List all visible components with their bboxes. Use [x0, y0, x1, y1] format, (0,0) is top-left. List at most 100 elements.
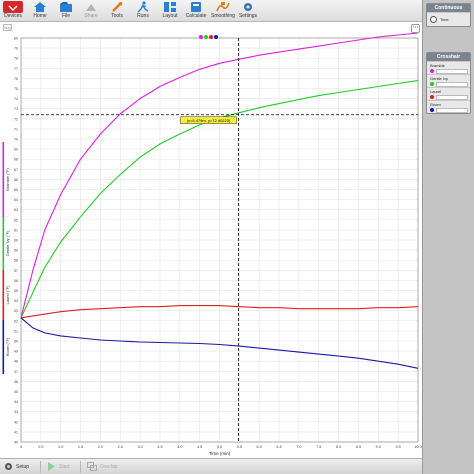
x-tick-label: 5.5	[237, 445, 242, 449]
y-tick-label: 57	[14, 269, 18, 273]
y-tick-label: 52	[14, 319, 18, 323]
y-axis-series-bar	[2, 217, 5, 270]
runs-button[interactable]: Runs	[130, 1, 156, 21]
crosshair-readout: (x=5.479m, y=72.40223)	[187, 118, 231, 123]
crosshair-row-laurel[interactable]: Laurel -	[427, 87, 470, 100]
layout-icon	[164, 2, 176, 12]
y-tick-label: 77	[14, 67, 18, 71]
x-tick-label: 2.0	[98, 445, 103, 449]
time-sensor-row[interactable]: Time	[427, 12, 470, 26]
y-tick-label: 48	[14, 360, 18, 364]
series-label-room: Room	[430, 102, 441, 107]
y-tick-label: 68	[14, 158, 18, 162]
file-button[interactable]: File	[53, 1, 79, 21]
laurel-color-dot	[209, 35, 213, 39]
calculate-button[interactable]: Calculate	[183, 1, 209, 21]
home-icon	[34, 2, 46, 12]
layout-label: Layout	[162, 13, 178, 19]
crosshair-row-gentle-ivy[interactable]: Gentle Ivy -	[427, 74, 470, 87]
y-tick-label: 79	[14, 47, 18, 51]
overlap-label: Overlap	[100, 464, 118, 470]
x-axis-label: Time (min)	[209, 451, 231, 456]
settings-button[interactable]: Settings	[235, 1, 261, 21]
start-button[interactable]: Start	[47, 462, 70, 472]
y-tick-label: 59	[14, 249, 18, 253]
y-tick-label: 61	[14, 228, 18, 232]
calculate-icon	[191, 2, 201, 12]
series-label-gentle-ivy: Gentle Ivy	[430, 76, 449, 81]
start-label: Start	[59, 464, 70, 470]
gear-icon	[5, 463, 12, 471]
x-tick-label: 10.0	[414, 445, 421, 449]
y-tick-label: 69	[14, 148, 18, 152]
y-tick-label: 78	[14, 57, 18, 61]
time-label: Time	[440, 17, 449, 22]
crosshair-row-room[interactable]: Room -	[427, 100, 470, 113]
room-color-dot	[214, 35, 218, 39]
y-axis-series-bar	[2, 142, 5, 217]
y-axis-series-label: Gentle Ivy (°F)	[5, 230, 10, 256]
y-tick-label: 62	[14, 218, 18, 222]
bramble-dot	[430, 69, 434, 73]
y-tick-label: 55	[14, 289, 18, 293]
app-window: Devices Home File Share Tools Runs Layou…	[0, 0, 474, 474]
clock-icon	[430, 16, 437, 23]
more-options-button[interactable]: ⋯	[411, 24, 420, 33]
y-tick-label: 71	[14, 127, 18, 131]
y-tick-label: 43	[14, 410, 18, 414]
y-tick-label: 60	[14, 239, 18, 243]
y-tick-label: 51	[14, 329, 18, 333]
y-tick-label: 42	[14, 420, 18, 424]
bramble-color-dot	[199, 35, 203, 39]
y-axis-series-label: Room (°F)	[5, 337, 10, 356]
x-tick-label: 4.0	[177, 445, 182, 449]
x-tick-label: 8.5	[356, 445, 361, 449]
continuous-card: Continuous Time	[426, 3, 471, 27]
x-tick-label: 3.0	[137, 445, 142, 449]
bottom-bar: Setup Start Overlap	[0, 458, 422, 474]
devices-icon	[3, 1, 23, 13]
line-chart[interactable]: 40 41 42 43 44 45 46 47 48 49 50 51 52 53 54 55 56 57 58 59…	[0, 22, 422, 458]
crosshair-row-bramble[interactable]: Bramble -	[427, 61, 470, 74]
y-tick-label: 56	[14, 279, 18, 283]
share-label: Share	[84, 13, 98, 19]
devices-button[interactable]: Devices	[2, 1, 24, 21]
y-tick-label: 67	[14, 168, 18, 172]
share-button[interactable]: Share	[78, 1, 104, 21]
y-tick-label: 73	[14, 107, 18, 111]
toolbar: Devices Home File Share Tools Runs Layou…	[0, 0, 474, 22]
file-icon	[60, 2, 72, 12]
x-tick-label: 1.0	[58, 445, 63, 449]
layout-button[interactable]: Layout	[157, 1, 183, 21]
x-tick-label: 8.0	[336, 445, 341, 449]
share-icon	[86, 4, 96, 11]
y-tick-label: 63	[14, 208, 18, 212]
smoothing-button[interactable]: Smoothing	[210, 1, 236, 21]
calculate-label: Calculate	[185, 13, 207, 19]
divider	[80, 461, 81, 473]
smoothing-label: Smoothing	[211, 13, 235, 19]
setup-button[interactable]: Setup	[4, 462, 29, 472]
y-axis-series-bar	[2, 320, 5, 374]
x-tick-label: 4.5	[197, 445, 202, 449]
graph-area[interactable]: 40 41 42 43 44 45 46 47 48 49 50 51 52 53 54 55 56 57 58 59…	[0, 22, 422, 458]
y-tick-label: 65	[14, 188, 18, 192]
x-tick-label: 6.5	[276, 445, 281, 449]
runs-label: Runs	[137, 13, 149, 19]
crosshair-card: Crosshair Bramble - Gentle Ivy - Laurel …	[426, 52, 471, 114]
y-tick-label: 47	[14, 370, 18, 374]
series-label-laurel: Laurel	[430, 89, 442, 94]
x-tick-label: 7.0	[296, 445, 301, 449]
gentle-ivy-dot	[430, 82, 434, 86]
x-tick-label: 9.5	[396, 445, 401, 449]
home-button[interactable]: Home	[27, 1, 53, 21]
y-tick-label: 75	[14, 87, 18, 91]
runs-icon	[137, 1, 149, 13]
x-tick-label: 9.0	[376, 445, 381, 449]
overlap-button[interactable]: Overlap	[87, 462, 118, 472]
x-tick-label: 7.5	[316, 445, 321, 449]
y-tick-label: 64	[14, 198, 18, 202]
x-tick-label: 3.5	[157, 445, 162, 449]
tools-button[interactable]: Tools	[104, 1, 130, 21]
home-label: Home	[33, 13, 47, 19]
